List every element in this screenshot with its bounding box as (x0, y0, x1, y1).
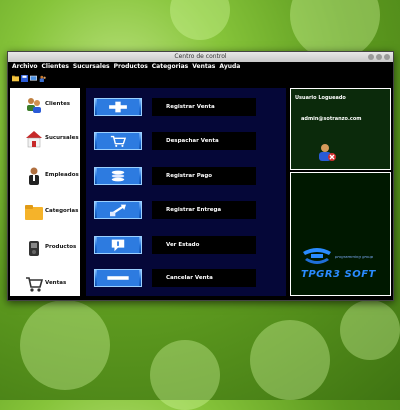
clients-icon (27, 98, 41, 113)
window-title: Centro de control (174, 53, 227, 60)
sidebar-item-label: Sucursales (45, 135, 79, 141)
cancelar-venta-button[interactable]: Cancelar Venta (152, 269, 256, 287)
close-button[interactable] (384, 54, 390, 60)
action-registrar-pago[interactable]: Registrar Pago (94, 167, 256, 185)
employee-icon (29, 167, 39, 185)
sidebar-item-empleados[interactable]: Empleados (10, 162, 80, 192)
maximize-button[interactable] (376, 54, 382, 60)
sidebar-item-categorias[interactable]: Categorias (10, 198, 80, 228)
monitor-icon[interactable] (30, 75, 37, 82)
branch-icon (26, 131, 42, 148)
logo-name: TPGR3 SOFT (301, 269, 376, 280)
logo-tagline: programming group (335, 254, 374, 259)
coins-icon (94, 167, 142, 185)
window-controls (368, 54, 390, 60)
action-registrar-entrega[interactable]: Registrar Entrega (94, 201, 256, 219)
cart-icon (94, 132, 142, 150)
sidebar-item-ventas[interactable]: Ventas (10, 270, 80, 300)
menu-clientes[interactable]: Clientes (42, 62, 69, 71)
user-panel: Usuario Logueado admin@sotranzo.com (290, 88, 391, 170)
menu-ventas[interactable]: Ventas (192, 62, 215, 71)
user-email: admin@sotranzo.com (301, 116, 362, 122)
menu-bar: Archivo Clientes Sucursales Productos Ca… (8, 62, 393, 71)
company-logo-icon (303, 248, 331, 264)
sidebar-item-productos[interactable]: Productos (10, 234, 80, 264)
sidebar-item-sucursales[interactable]: Sucursales (10, 125, 80, 155)
menu-productos[interactable]: Productos (114, 62, 148, 71)
registrar-pago-button[interactable]: Registrar Pago (152, 167, 256, 185)
status-icon (94, 236, 142, 254)
registrar-venta-button[interactable]: Registrar Venta (152, 98, 256, 116)
action-registrar-venta[interactable]: Registrar Venta (94, 98, 256, 116)
user-logout-icon[interactable] (317, 142, 337, 162)
action-cancelar-venta[interactable]: Cancelar Venta (94, 269, 256, 287)
folder-icon (25, 205, 43, 220)
actions-panel: Registrar Venta Despachar Venta Registra… (86, 88, 286, 296)
folder-icon[interactable] (12, 75, 19, 82)
main-window: Centro de control Archivo Clientes Sucur… (7, 51, 394, 301)
menu-sucursales[interactable]: Sucursales (73, 62, 110, 71)
ver-estado-button[interactable]: Ver Estado (152, 236, 256, 254)
minimize-button[interactable] (368, 54, 374, 60)
sidebar: Clientes Sucursales Empleados Categorias… (10, 88, 80, 296)
menu-ayuda[interactable]: Ayuda (219, 62, 240, 71)
sidebar-item-label: Ventas (45, 280, 67, 286)
title-bar: Centro de control (8, 52, 393, 62)
plus-icon (94, 98, 142, 116)
save-icon[interactable] (21, 74, 28, 82)
logo-panel: programming group TPGR3 SOFT (290, 172, 391, 296)
menu-archivo[interactable]: Archivo (12, 62, 38, 71)
users-icon[interactable] (39, 75, 46, 82)
registrar-entrega-button[interactable]: Registrar Entrega (152, 201, 256, 219)
sidebar-item-clientes[interactable]: Clientes (10, 91, 80, 121)
user-panel-title: Usuario Logueado (295, 95, 346, 101)
action-despachar-venta[interactable]: Despachar Venta (94, 132, 256, 150)
sidebar-item-label: Categorias (45, 208, 79, 214)
products-icon (29, 241, 39, 256)
action-ver-estado[interactable]: Ver Estado (94, 236, 256, 254)
sidebar-item-label: Clientes (45, 101, 71, 107)
toolbar (8, 71, 393, 85)
sidebar-item-label: Productos (45, 244, 77, 250)
despachar-venta-button[interactable]: Despachar Venta (152, 132, 256, 150)
menu-categorias[interactable]: Categorias (152, 62, 188, 71)
content-area: Clientes Sucursales Empleados Categorias… (8, 86, 393, 300)
sidebar-item-label: Empleados (45, 172, 79, 178)
cart-icon (26, 277, 44, 292)
minus-icon (94, 269, 142, 287)
delivery-icon (94, 201, 142, 219)
